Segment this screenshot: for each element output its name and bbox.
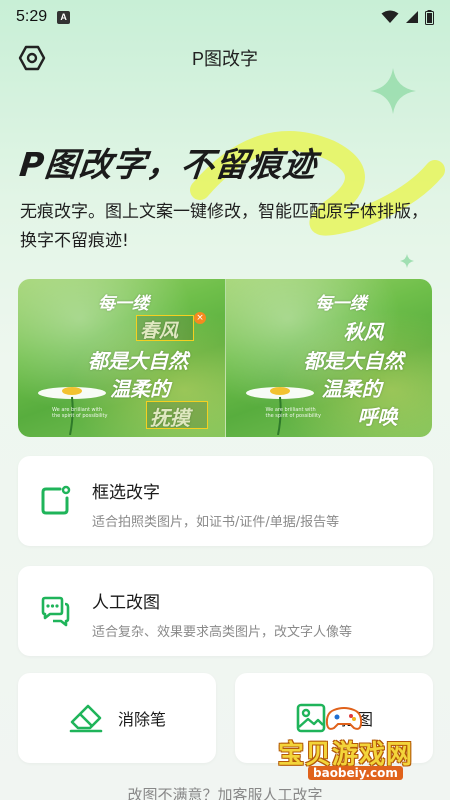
eraser-icon	[69, 704, 103, 733]
card-title: 框选改字	[92, 483, 160, 503]
daisy-flower	[38, 387, 106, 435]
chat-bubble-icon	[41, 596, 70, 627]
eraser-tool-content: 消除笔	[18, 673, 216, 763]
notification-icon: A	[57, 10, 71, 24]
battery-icon	[425, 9, 434, 25]
card-description: 适合拍照类图片，如证书/证件/单据/报告等	[92, 515, 340, 530]
gamepad-icon	[325, 707, 363, 730]
remove-selection-icon: ×	[194, 312, 206, 324]
subtitle: 无痕改字。图上文案一键修改，智能匹配原字体排版，换字不留痕迹!	[20, 202, 428, 251]
eraser-tool-card[interactable]: 消除笔	[18, 673, 216, 763]
demo-after-pane: 每一缕 秋风 都是大自然 温柔的 呼唤 We are briiliant wit…	[224, 279, 432, 437]
watermark: 宝贝游戏网 baobeiy.com	[272, 704, 422, 784]
status-icons	[381, 9, 434, 25]
app-title: P图改字	[191, 49, 258, 69]
poem-line: 温柔的	[321, 377, 382, 401]
daisy-flower	[245, 387, 314, 435]
watermark-url: baobeiy.com	[308, 766, 403, 780]
poem-line: 秋风	[343, 320, 384, 344]
select-box-icon	[41, 485, 71, 515]
signal-icon	[406, 11, 418, 23]
hexagon-settings-icon	[18, 45, 46, 71]
poem-line: 都是大自然	[88, 349, 188, 373]
status-bar: 5:29 A	[0, 0, 450, 34]
settings-button[interactable]	[16, 42, 48, 74]
tool-label: 消除笔	[117, 710, 166, 729]
demo-before-pane: 每一缕 × 春风 都是大自然 温柔的 × 抚摸 We are briiliant…	[18, 279, 225, 437]
status-time: 5:29	[16, 8, 48, 25]
demo-image: 每一缕 × 春风 都是大自然 温柔的 × 抚摸 We are briiliant…	[18, 279, 432, 437]
poem-line: 抚摸	[150, 406, 190, 430]
poem-line: 春风	[140, 320, 179, 342]
headline: P图改字，不留痕迹	[17, 145, 319, 184]
tiny-caption: We are briiliant with the spirit of possi…	[52, 407, 108, 419]
poem-line: 都是大自然	[303, 349, 404, 373]
select-edit-card[interactable]: 框选改字 适合拍照类图片，如证书/证件/单据/报告等	[18, 456, 433, 546]
poem-line: 呼唤	[357, 405, 398, 429]
poem-line: 温柔的	[110, 377, 170, 401]
poem-line: 每一缕	[315, 294, 367, 314]
manual-edit-card[interactable]: 人工改图 适合复杂、效果要求高类图片，改文字人像等	[18, 566, 433, 656]
poem-line: 每一缕	[98, 294, 149, 314]
card-description: 适合复杂、效果要求高类图片，改文字人像等	[92, 625, 353, 640]
tiny-caption: We are briiliant with the spirit of possi…	[265, 407, 321, 419]
card-title: 人工改图	[92, 593, 160, 613]
wifi-icon	[381, 10, 399, 23]
customer-service-link[interactable]: 改图不满意？加客服人工改字	[0, 784, 450, 800]
